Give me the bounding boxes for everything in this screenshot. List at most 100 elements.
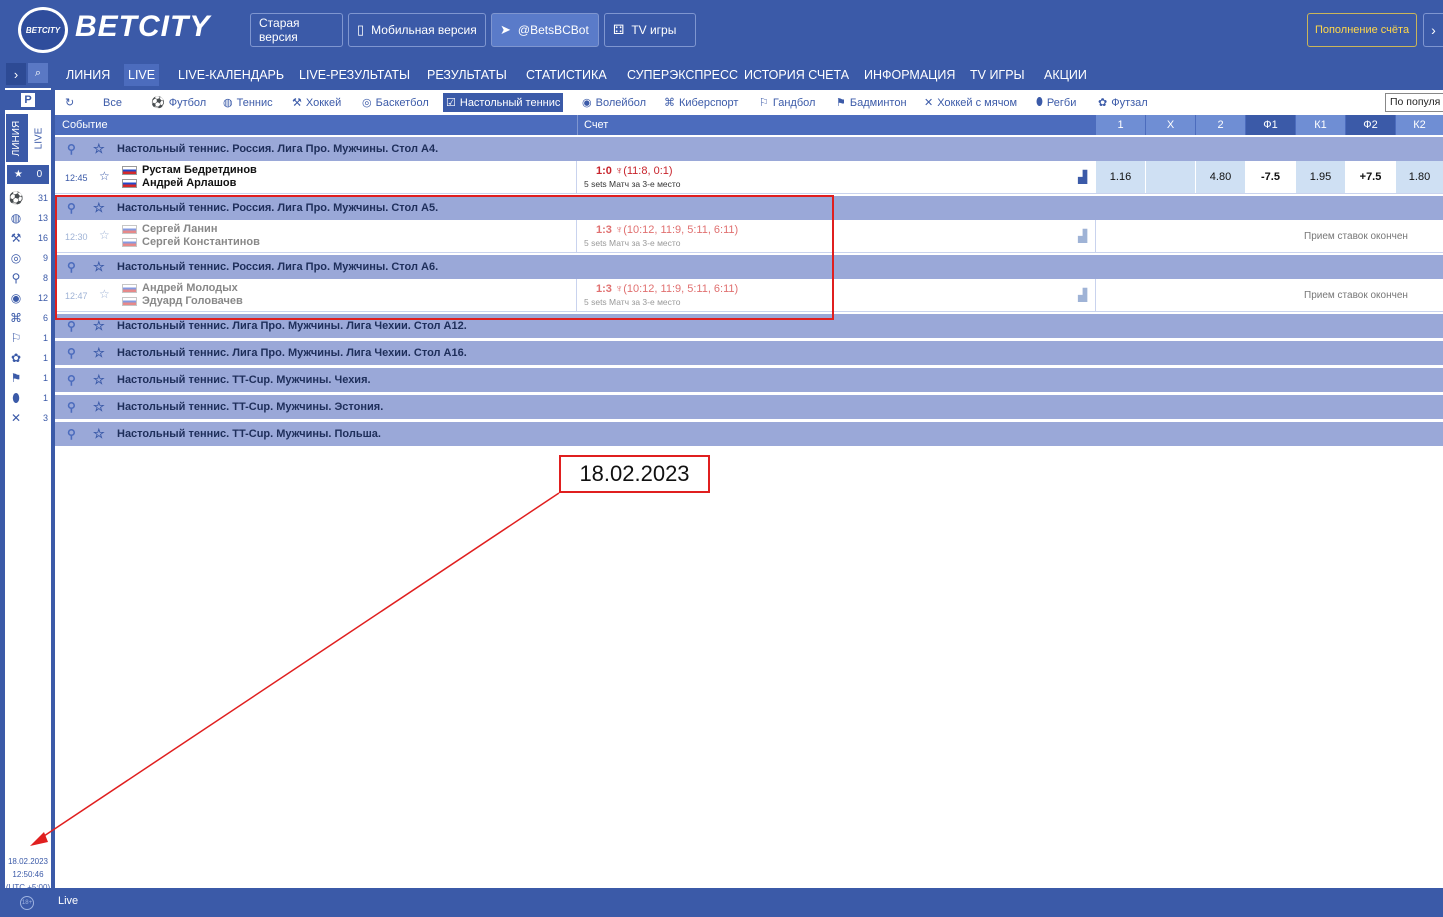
nav-item-live-results[interactable]: LIVE-РЕЗУЛЬТАТЫ (295, 64, 414, 86)
mobile-version-button[interactable]: ▯ Мобильная версия (348, 13, 486, 47)
league-row[interactable]: ⚲ ☆ Настольный теннис. Лига Про. Мужчины… (55, 341, 1443, 365)
old-version-button[interactable]: Старая версия (250, 13, 343, 47)
table-tennis-icon: ⚲ (67, 427, 76, 441)
table-tennis-icon: ⚲ (67, 319, 76, 333)
esports-icon: ⌘ (664, 97, 675, 109)
star-icon[interactable]: ☆ (93, 345, 109, 361)
column-header-odds: X (1145, 115, 1195, 135)
sort-select[interactable]: По популя (1385, 93, 1443, 112)
sidebar-sport-volleyball[interactable]: ◉ 12 (8, 289, 48, 307)
star-icon[interactable]: ☆ (93, 372, 109, 388)
nav-item-live-calendar[interactable]: LIVE-КАЛЕНДАРЬ (174, 64, 288, 86)
sidebar-sport-bandy[interactable]: ✕ 3 (8, 409, 48, 427)
star-icon[interactable]: ☆ (93, 141, 109, 157)
star-icon[interactable]: ☆ (93, 399, 109, 415)
nav-item-information[interactable]: ИНФОРМАЦИЯ (860, 64, 959, 86)
nav-item-live[interactable]: LIVE (124, 64, 160, 86)
sidebar-sport-futsal[interactable]: ✿ 1 (8, 349, 48, 367)
filter-futsal[interactable]: ✿ Футзал (1095, 93, 1151, 112)
column-header-odds: 1 (1095, 115, 1145, 135)
sidebar-sport-rugby[interactable]: ⬮ 1 (8, 389, 48, 407)
filter-basketball[interactable]: ◎ Баскетбол (359, 93, 432, 112)
filter-table-tennis[interactable]: ☑ Настольный теннис (443, 93, 564, 112)
server-date: 18.02.2023 (7, 857, 49, 866)
favorites-filter[interactable]: ★ 0 (7, 165, 49, 184)
russia-flag-icon (122, 179, 137, 188)
odds-cell-1[interactable]: 1.16 (1095, 161, 1145, 193)
column-header-odds: 2 (1195, 115, 1245, 135)
filter-soccer[interactable]: ⚽ Футбол (148, 93, 209, 112)
column-divider (576, 161, 577, 194)
event-format: 5 sets Матч за 3-е место (584, 179, 681, 189)
filter-refresh[interactable]: ↻ (62, 93, 81, 112)
tv-games-button[interactable]: ⚃ TV игры (604, 13, 696, 47)
nav-item-account-history[interactable]: ИСТОРИЯ СЧЕТА (740, 64, 853, 86)
sidebar-sport-handball[interactable]: ⚐ 1 (8, 329, 48, 347)
league-row[interactable]: ⚲ ☆ Настольный теннис. TT-Cup. Мужчины. … (55, 422, 1443, 446)
serve-icon: ♆ (614, 165, 624, 177)
filter-handball[interactable]: ⚐ Гандбол (756, 93, 818, 112)
filter-badminton[interactable]: ⚑ Бадминтон (833, 93, 910, 112)
filter-hockey[interactable]: ⚒ Хоккей (289, 93, 344, 112)
nav-item-results[interactable]: РЕЗУЛЬТАТЫ (423, 64, 511, 86)
search-icon[interactable]: ⌕ (28, 63, 48, 83)
statistics-icon[interactable]: ▟ (1078, 229, 1087, 243)
column-divider (1095, 220, 1096, 253)
sidebar-sport-basketball[interactable]: ◎ 9 (8, 249, 48, 267)
betcity-logo-icon[interactable]: BETCITY (18, 7, 68, 53)
footer-live-label[interactable]: Live (58, 895, 78, 907)
topup-button[interactable]: Пополнение счёта (1307, 13, 1417, 47)
phone-icon: ▯ (357, 22, 365, 37)
sidebar-sport-tennis[interactable]: ◍ 13 (8, 209, 48, 227)
hockey-icon: ⚒ (10, 231, 22, 245)
star-icon: ★ (13, 169, 23, 180)
column-header-odds: К2 (1395, 115, 1443, 135)
nav-item-superexpress[interactable]: СУПЕРЭКСПРЕСС (623, 64, 742, 86)
league-row[interactable]: ⚲ ☆ Настольный теннис. TT-Cup. Мужчины. … (55, 395, 1443, 419)
tab-line[interactable]: ЛИНИЯ (6, 114, 28, 162)
telegram-bot-button[interactable]: ➤ @BetsBCBot (491, 13, 599, 47)
parking-button[interactable]: P (5, 90, 51, 110)
nav-item-line[interactable]: ЛИНИЯ (62, 64, 114, 86)
server-time: 12:50:46 (12, 870, 44, 879)
logo-wordmark[interactable]: BETCITY (75, 10, 210, 44)
sports-sidebar (5, 88, 51, 888)
tab-live[interactable]: LIVE (28, 114, 50, 162)
team-away: Андрей Арлашов (142, 177, 237, 189)
filter-esports[interactable]: ⌘ Киберспорт (661, 93, 741, 112)
sidebar-sport-soccer[interactable]: ⚽ 31 (8, 189, 48, 207)
table-tennis-icon: ⚲ (67, 400, 76, 414)
sidebar-sport-table-tennis[interactable]: ⚲ 8 (8, 269, 48, 287)
sidebar-sport-hockey[interactable]: ⚒ 16 (8, 229, 48, 247)
league-row[interactable]: ⚲ ☆ Настольный теннис. Россия. Лига Про.… (55, 137, 1443, 161)
sidebar-sport-esports[interactable]: ⌘ 6 (8, 309, 48, 327)
nav-item-promotions[interactable]: АКЦИИ (1040, 64, 1091, 86)
event-row[interactable]: 12:45 ☆ Рустам Бедретдинов Андрей Арлашо… (55, 161, 1443, 194)
statistics-icon[interactable]: ▟ (1078, 170, 1087, 184)
star-icon[interactable]: ☆ (99, 169, 110, 183)
statistics-icon[interactable]: ▟ (1078, 288, 1087, 302)
odds-cell-k1[interactable]: 1.95 (1295, 161, 1345, 193)
basketball-icon: ◎ (362, 97, 372, 109)
nav-item-tv-games[interactable]: TV ИГРЫ (966, 64, 1029, 86)
odds-cell-k2[interactable]: 1.80 (1395, 161, 1443, 193)
russia-flag-icon (122, 166, 137, 175)
sidebar-sport-badminton[interactable]: ⚑ 1 (8, 369, 48, 387)
star-icon[interactable]: ☆ (93, 318, 109, 334)
nav-item-statistics[interactable]: СТАТИСТИКА (522, 64, 611, 86)
odds-cell-2[interactable]: 4.80 (1195, 161, 1245, 193)
chevron-right-icon[interactable]: › (1423, 13, 1443, 47)
filter-volleyball[interactable]: ◉ Волейбол (579, 93, 649, 112)
league-row[interactable]: ⚲ ☆ Настольный теннис. TT-Cup. Мужчины. … (55, 368, 1443, 392)
chevron-right-icon[interactable]: › (6, 63, 26, 85)
handicap-f2: +7.5 (1345, 161, 1395, 193)
odds-cell-x[interactable] (1145, 161, 1195, 193)
highlight-box (55, 195, 834, 320)
filter-rugby[interactable]: ⬮ Регби (1033, 93, 1079, 112)
filter-all[interactable]: Все (100, 93, 125, 112)
star-icon[interactable]: ☆ (93, 426, 109, 442)
filter-tennis[interactable]: ◍ Теннис (220, 93, 276, 112)
server-timezone: (UTC +5:00) (5, 883, 51, 892)
column-header-event: Событие (62, 119, 108, 131)
filter-bandy[interactable]: ✕ Хоккей с мячом (921, 93, 1020, 112)
